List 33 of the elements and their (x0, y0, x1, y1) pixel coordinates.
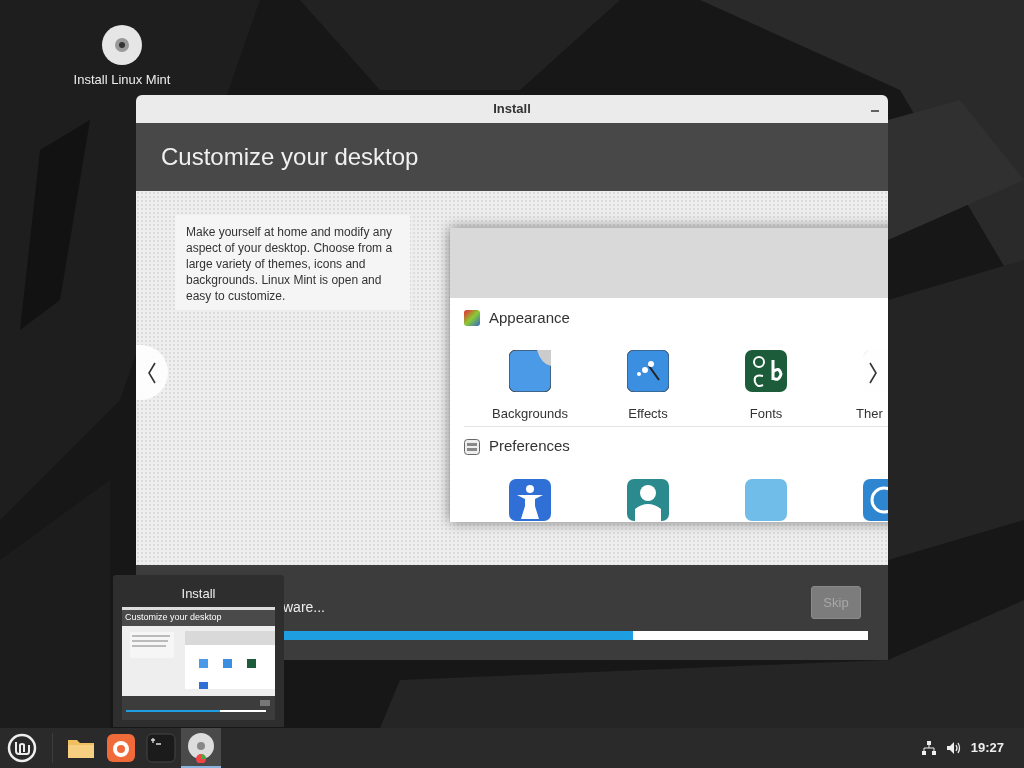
terminal-icon (145, 732, 177, 764)
toggle-icon (464, 438, 480, 455)
status-text: ware... (283, 598, 325, 617)
section-heading: Appearance (489, 307, 570, 328)
previous-button[interactable] (136, 345, 168, 400)
page-icon[interactable] (509, 350, 551, 392)
person-icon[interactable] (627, 478, 669, 521)
mint-logo-icon (7, 733, 37, 763)
disc-icon[interactable] (101, 24, 143, 66)
section-heading: Preferences (489, 436, 570, 457)
tile-icon[interactable] (745, 478, 787, 521)
thumbnail-heading: Customize your desktop (125, 611, 222, 625)
accessibility-icon[interactable] (509, 478, 551, 521)
icon-label: Install Linux Mint (73, 71, 171, 89)
palette-icon (464, 310, 480, 326)
item-label[interactable]: Ther (856, 404, 883, 424)
wand-icon[interactable] (627, 350, 669, 392)
window-preview[interactable]: Install Customize your desktop (113, 575, 284, 727)
page-heading: Customize your desktop (161, 142, 419, 172)
taskbar-app[interactable] (181, 728, 221, 768)
preview-title: Install (180, 585, 217, 603)
chevron-left-icon (147, 361, 157, 384)
disc-icon (185, 731, 217, 763)
window-title: Install (493, 100, 531, 119)
description-text: Make yourself at home and modify any aspect of your desktop. Choose from a large variety of themes, icons and backgrounds. Linux Mint is open and easy to customize. (186, 224, 394, 304)
item-label[interactable]: Effects (628, 404, 668, 424)
font-icon[interactable] (745, 350, 787, 392)
volume-icon[interactable] (945, 740, 962, 756)
item-label[interactable]: Backgrounds (492, 404, 568, 424)
network-icon[interactable] (920, 740, 937, 756)
clock-text[interactable]: 19:27 (970, 738, 1004, 758)
item-label[interactable]: Fonts (749, 404, 783, 424)
chevron-right-icon (868, 361, 878, 384)
